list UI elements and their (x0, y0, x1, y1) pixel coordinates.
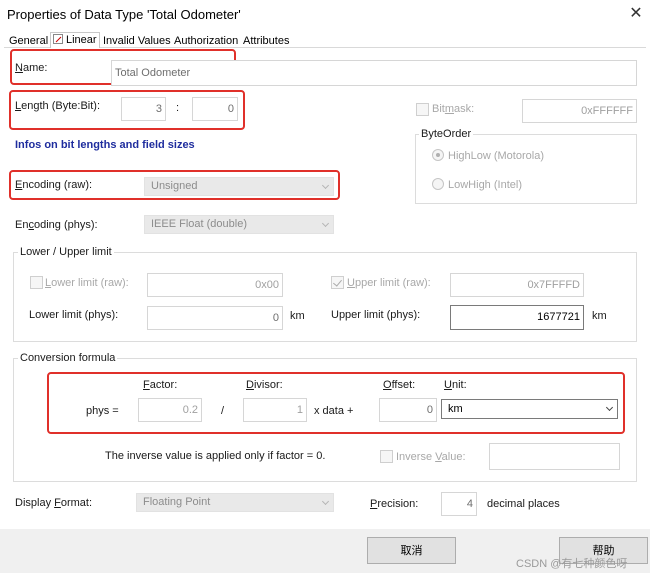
radio-lowhigh-label: LowHigh (Intel) (448, 179, 522, 191)
window-title: Properties of Data Type 'Total Odometer' (7, 7, 241, 22)
factor-field[interactable]: 0.2 (138, 398, 202, 422)
lower-raw-field[interactable]: 0x00 (147, 273, 283, 297)
tab-linear[interactable]: Linear (50, 32, 100, 48)
divisor-field[interactable]: 1 (243, 398, 307, 422)
upper-phys-label: Upper limit (phys): (331, 309, 421, 321)
close-icon[interactable]: ✕ (626, 4, 646, 24)
chevron-down-icon (321, 219, 330, 228)
unit-label: Unit: (444, 379, 467, 391)
inverse-value-field[interactable] (489, 443, 620, 470)
lower-phys-label: Lower limit (phys): (29, 309, 119, 321)
offset-field[interactable]: 0 (379, 398, 437, 422)
bit-length-info-link[interactable]: Infos on bit lengths and field sizes (15, 139, 195, 151)
factor-label: Factor: (143, 379, 178, 391)
bitmask-label: Bitmask: (432, 103, 475, 115)
radio-highlow[interactable] (432, 149, 444, 161)
tab-attributes[interactable]: Attributes (241, 34, 291, 48)
lower-raw-label: Lower limit (raw): (45, 277, 129, 289)
lower-phys-unit: km (290, 310, 305, 322)
byteorder-group (415, 134, 637, 204)
unit-select[interactable]: km (441, 399, 618, 419)
bitmask-field[interactable]: 0xFFFFFF (522, 99, 637, 123)
length-label: Length (Byte:Bit): (15, 100, 100, 112)
inverse-value-checkbox[interactable] (380, 450, 393, 463)
precision-field[interactable]: 4 (441, 492, 477, 516)
encoding-raw-label: Encoding (raw): (15, 179, 93, 191)
encoding-raw-value: Unsigned (151, 180, 198, 192)
inverse-value-label: Inverse Value: (396, 451, 466, 463)
display-format-select[interactable]: Floating Point (136, 493, 334, 512)
upper-raw-field[interactable]: 0x7FFFFD (450, 273, 584, 297)
chevron-down-icon (321, 497, 330, 506)
bitmask-checkbox[interactable] (416, 103, 429, 116)
lower-raw-checkbox[interactable] (30, 276, 43, 289)
encoding-phys-value: IEEE Float (double) (151, 218, 247, 230)
inverse-note: The inverse value is applied only if fac… (105, 450, 326, 462)
chevron-down-icon (321, 181, 330, 190)
lower-phys-field[interactable]: 0 (147, 306, 283, 330)
length-separator: : (176, 102, 180, 114)
tab-general[interactable]: General (7, 34, 50, 48)
display-format-label: Display Format: (15, 497, 93, 509)
length-byte-field[interactable]: 3 (121, 97, 166, 121)
watermark: CSDN @有七种颜色呀 (516, 558, 628, 570)
radio-lowhigh[interactable] (432, 178, 444, 190)
encoding-phys-select[interactable]: IEEE Float (double) (144, 215, 334, 234)
chevron-down-icon (605, 403, 614, 412)
phys-equals: phys = (86, 405, 119, 417)
multiply-data-plus: x data + (314, 405, 354, 417)
display-format-value: Floating Point (143, 496, 211, 508)
byteorder-title: ByteOrder (419, 128, 474, 140)
divisor-label: Divisor: (246, 379, 283, 391)
linear-tab-icon (53, 34, 63, 44)
unit-value: km (448, 403, 463, 415)
encoding-phys-label: Encoding (phys): (15, 219, 98, 231)
cancel-button[interactable]: 取消 (367, 537, 456, 564)
upper-phys-field[interactable]: 1677721 (450, 305, 584, 330)
name-label: Name: (15, 62, 48, 74)
encoding-raw-select[interactable]: Unsigned (144, 177, 334, 196)
upper-raw-label: Upper limit (raw): (347, 277, 431, 289)
offset-label: Offset: (383, 379, 416, 391)
divide-operator: / (221, 405, 225, 417)
precision-unit: decimal places (487, 498, 560, 510)
upper-phys-unit: km (592, 310, 607, 322)
conversion-title: Conversion formula (18, 352, 118, 364)
tab-linear-label: Linear (66, 34, 97, 46)
radio-highlow-label: HighLow (Motorola) (448, 150, 544, 162)
length-bit-field[interactable]: 0 (192, 97, 238, 121)
upper-raw-checkbox[interactable] (331, 276, 344, 289)
tab-authorization[interactable]: Authorization (172, 34, 240, 48)
tab-invalid-values[interactable]: Invalid Values (101, 34, 173, 48)
name-field[interactable]: Total Odometer (111, 60, 637, 86)
limits-title: Lower / Upper limit (18, 246, 114, 258)
precision-label: Precision: (370, 498, 419, 510)
